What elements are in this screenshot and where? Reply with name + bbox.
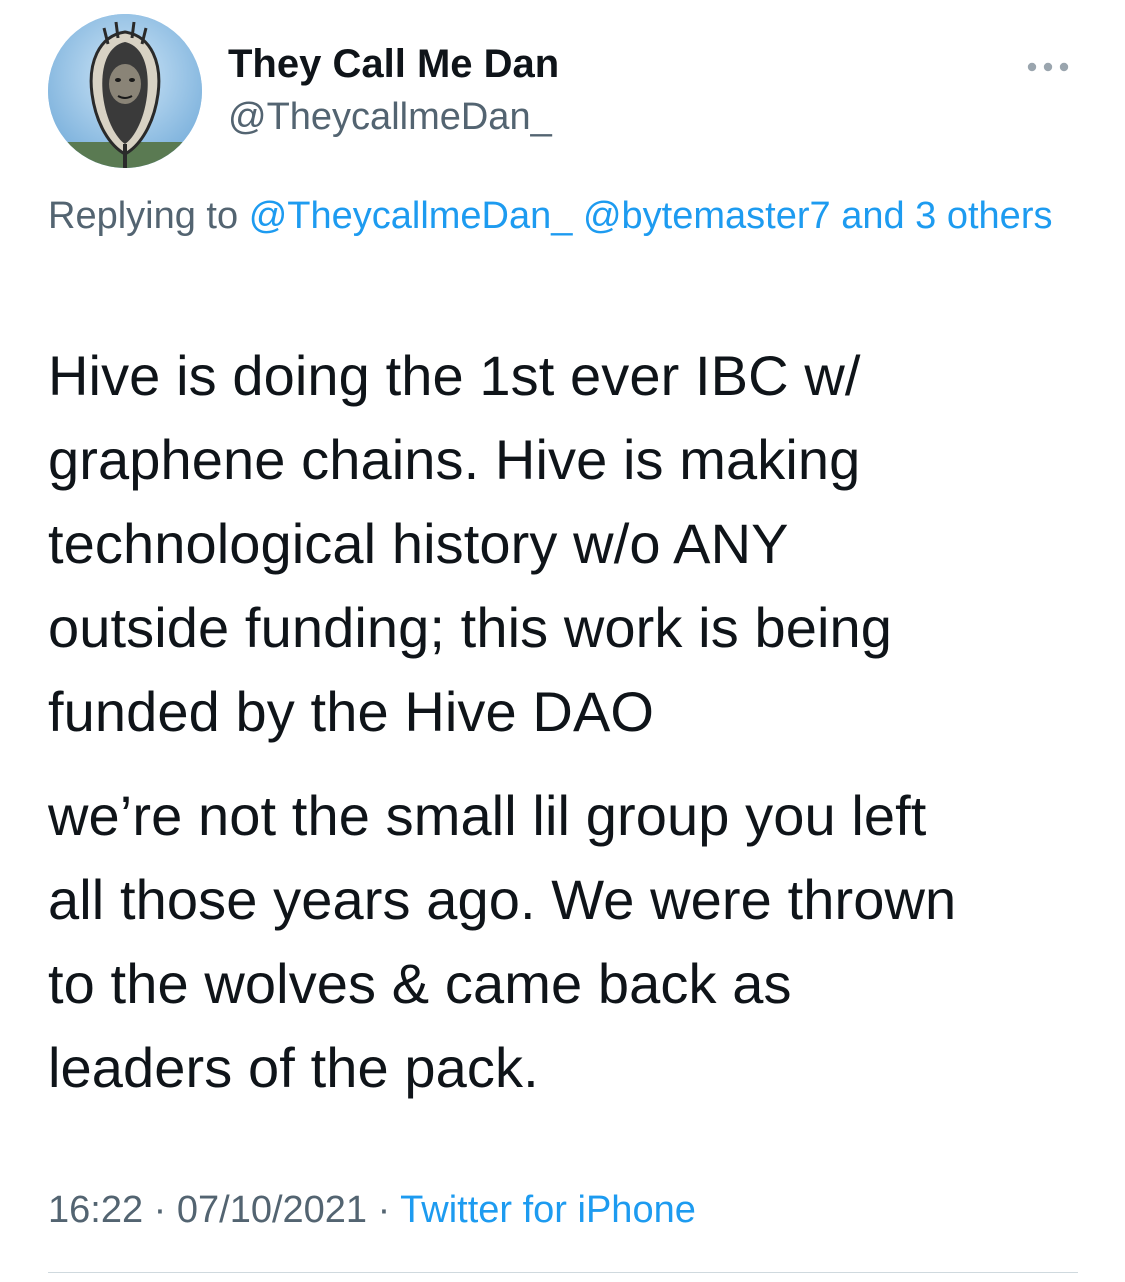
tweet-line: outside funding; this work is being <box>48 596 892 659</box>
replying-to-label: Replying to <box>48 195 239 237</box>
mention-link-bytemaster7[interactable]: @bytemaster7 <box>583 195 831 237</box>
tweet-line: Hive is doing the 1st ever IBC w/ <box>48 344 861 407</box>
author-handle[interactable]: @TheycallmeDan_ <box>228 92 559 142</box>
avatar-image <box>48 14 202 168</box>
meta-separator: · <box>377 1189 391 1231</box>
tweet-header: They Call Me Dan @TheycallmeDan_ <box>48 14 1078 170</box>
meta-separator: · <box>153 1189 167 1231</box>
avatar[interactable] <box>48 14 202 168</box>
tweet-line: funded by the Hive DAO <box>48 680 655 743</box>
tweet-paragraph-1: Hive is doing the 1st ever IBC w/ graphe… <box>48 334 1098 754</box>
mention-link-theycallmedan[interactable]: @TheycallmeDan_ <box>249 195 573 237</box>
tweet-time[interactable]: 16:22 <box>48 1189 143 1231</box>
tweet-source-link[interactable]: Twitter for iPhone <box>400 1189 696 1231</box>
tweet-line: to the wolves & came back as <box>48 952 792 1015</box>
tweet-line: we’re not the small lil group you left <box>48 784 927 847</box>
author-display-name[interactable]: They Call Me Dan <box>228 40 559 88</box>
tweet-line: leaders of the pack. <box>48 1036 539 1099</box>
author-names: They Call Me Dan @TheycallmeDan_ <box>228 40 559 142</box>
more-horizontal-icon <box>1027 62 1069 72</box>
divider <box>48 1272 1078 1273</box>
mention-others-link[interactable]: and 3 others <box>841 195 1052 237</box>
tweet-line: all those years ago. We were thrown <box>48 868 957 931</box>
tweet-text: Hive is doing the 1st ever IBC w/ graphe… <box>48 334 1098 1110</box>
tweet-date[interactable]: 07/10/2021 <box>177 1189 367 1231</box>
tweet-detail: They Call Me Dan @TheycallmeDan_ Replyin… <box>0 0 1125 1282</box>
tweet-paragraph-2: we’re not the small lil group you left a… <box>48 774 1098 1110</box>
more-options-button[interactable] <box>1018 52 1078 82</box>
tweet-metadata: 16:22 · 07/10/2021 · Twitter for iPhone <box>48 1180 696 1240</box>
replying-to: Replying to @TheycallmeDan_ @bytemaster7… <box>48 186 1088 246</box>
tweet-line: graphene chains. Hive is making <box>48 428 861 491</box>
tweet-line: technological history w/o ANY <box>48 512 789 575</box>
